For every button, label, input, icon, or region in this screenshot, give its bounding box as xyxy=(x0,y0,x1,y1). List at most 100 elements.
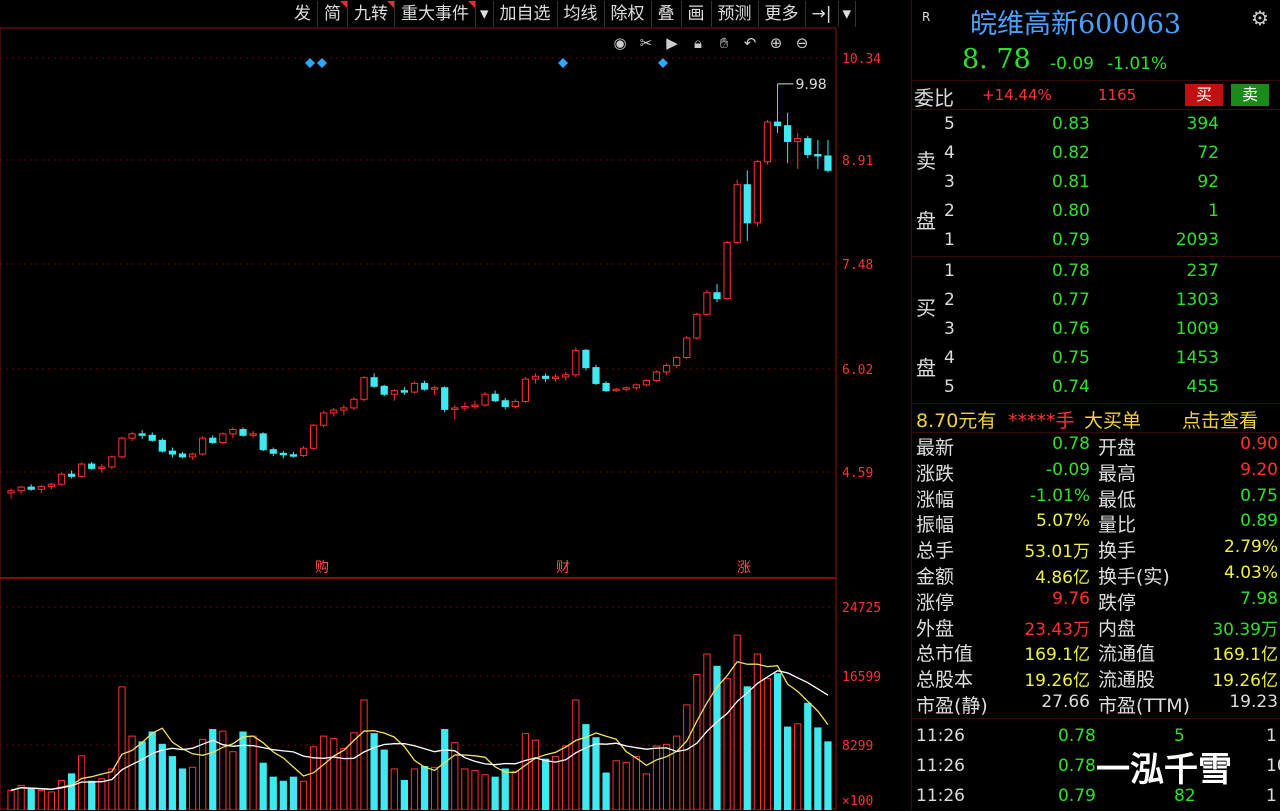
chart-toolbar: 发简九转 重大事件 ▾ 加自选 均线 除权叠画预测 更多 →| ▾ xyxy=(288,0,857,28)
volume-bar xyxy=(552,756,560,810)
price-tick-label: 7.48 xyxy=(842,258,873,273)
stat-label: 总市值 xyxy=(916,643,974,666)
volume-tick-label: 16599 xyxy=(842,670,881,685)
candle-body xyxy=(743,184,751,224)
toolbar-item[interactable]: 发 xyxy=(288,1,318,27)
toolbar-item[interactable]: ▾ xyxy=(476,1,494,27)
candle-body xyxy=(239,429,247,436)
ask-vol: 72 xyxy=(1197,143,1219,163)
ask-row[interactable]: 4 0.82 72 xyxy=(912,139,1280,168)
toolbar-item[interactable]: 除权 xyxy=(605,1,652,27)
candle-body xyxy=(592,367,600,384)
candle-body xyxy=(572,349,580,376)
candle-body xyxy=(531,375,540,380)
stock-title[interactable]: 皖维高新600063 xyxy=(970,2,1181,41)
stat-value: 4.86亿 xyxy=(1035,568,1090,588)
ask-row[interactable]: 2 0.80 1 xyxy=(912,197,1280,226)
toolbar-item[interactable]: 更多 xyxy=(759,1,806,27)
candle-body xyxy=(763,121,772,163)
candle-body xyxy=(521,378,530,402)
toolbar-item[interactable]: 简 xyxy=(318,1,348,27)
volume-bar xyxy=(511,770,519,810)
volume-bar xyxy=(47,791,56,810)
candle-body xyxy=(632,384,640,389)
volume-bar xyxy=(481,774,489,810)
trade-t: 11:26 xyxy=(916,756,965,776)
kline-chart[interactable]: 10.34 8.91 7.48 6.02 4.59 9.98 购 财 涨 24725 16599 82… xyxy=(0,0,910,810)
bid-row[interactable]: 2 0.77 1303 xyxy=(912,286,1280,315)
candle-body xyxy=(370,377,378,387)
eye-icon[interactable]: ◉ xyxy=(610,33,630,53)
stat-label: 流通股 xyxy=(1098,669,1156,692)
sell-button[interactable]: 卖 xyxy=(1231,84,1269,106)
bid-row[interactable]: 1 0.78 237 xyxy=(912,257,1280,286)
trade-p: 0.78 xyxy=(1058,726,1096,746)
volume-bar xyxy=(743,686,751,810)
volume-bar xyxy=(158,743,166,810)
stat-value: 9.76 xyxy=(1052,588,1090,609)
candle-body xyxy=(642,380,651,386)
zoom-in-icon[interactable]: ⊕ xyxy=(766,33,786,53)
volume-bar xyxy=(299,780,308,810)
candle-body xyxy=(773,121,782,127)
toolbar-item[interactable]: 画 xyxy=(682,1,712,27)
candle-body xyxy=(320,412,328,426)
volume-bar xyxy=(662,743,671,810)
toolbar-item[interactable]: 预测 xyxy=(712,1,759,27)
bid-row[interactable]: 5 0.74 455 xyxy=(912,373,1280,402)
volume-bar xyxy=(320,735,328,810)
stat-value: 0.75 xyxy=(1240,485,1278,506)
candle-body xyxy=(188,453,197,458)
candle-body xyxy=(57,473,66,485)
candle-body xyxy=(330,409,338,414)
candle-body xyxy=(783,125,792,143)
trade-p: 0.78 xyxy=(1058,756,1096,776)
hand-icon[interactable]: ✋︎ xyxy=(714,33,734,53)
ask-price: 0.83 xyxy=(1052,114,1090,134)
toolbar-item[interactable]: 加自选 xyxy=(494,1,558,27)
event-diamond xyxy=(317,58,327,68)
toolbar-item[interactable]: ▾ xyxy=(839,1,857,27)
weibi-diff: 1165 xyxy=(1098,86,1137,104)
volume-bar xyxy=(7,789,15,810)
candle-body xyxy=(259,433,267,451)
stat-item: 总股本 19.26亿 xyxy=(912,665,1096,691)
ask-row[interactable]: 1 0.79 2093 xyxy=(912,226,1280,255)
toolbar-item[interactable]: 均线 xyxy=(558,1,605,27)
undo-icon[interactable]: ↶ xyxy=(740,33,760,53)
ask-row[interactable]: 3 0.81 92 xyxy=(912,168,1280,197)
volume-bar xyxy=(118,686,126,810)
toolbar-item[interactable]: 叠 xyxy=(652,1,682,27)
stat-item: 涨停 9.76 xyxy=(912,588,1096,614)
candle-body xyxy=(511,400,519,407)
bid-book: 买 盘 1 0.78 237 2 0.77 1303 3 0.76 1009 4 0.75 1453 5… xyxy=(912,257,1280,403)
big-order-link[interactable]: 点击查看 xyxy=(1182,406,1258,433)
stat-item: 涨跌 -0.09 xyxy=(912,459,1096,485)
buy-button[interactable]: 买 xyxy=(1185,84,1223,106)
bid-row[interactable]: 3 0.76 1009 xyxy=(912,315,1280,344)
gear-icon[interactable]: ⚙ xyxy=(1251,6,1269,30)
candle-body xyxy=(824,155,832,171)
volume-bar xyxy=(148,731,156,810)
ask-level: 3 xyxy=(944,172,955,192)
lock-icon[interactable]: 🔒︎ xyxy=(688,33,708,53)
candle-body xyxy=(98,466,106,469)
play-icon[interactable]: ▶ xyxy=(662,33,682,53)
candle-body xyxy=(693,313,701,339)
candle-body xyxy=(380,385,388,395)
scissors-icon[interactable]: ✂ xyxy=(636,33,656,53)
volume-bar xyxy=(27,788,35,810)
candle-body xyxy=(662,364,671,373)
stat-value: 5.07% xyxy=(1035,511,1090,532)
zoom-out-icon[interactable]: ⊖ xyxy=(792,33,812,53)
candle-body xyxy=(612,388,620,392)
candle-body xyxy=(360,377,368,400)
toolbar-item[interactable]: 九转 xyxy=(348,1,395,27)
weibi-row: 委比 +14.44% 1165 买 卖 xyxy=(912,80,1280,110)
volume-bar xyxy=(219,730,227,810)
toolbar-item[interactable]: 重大事件 xyxy=(395,1,476,27)
big-order-bar[interactable]: 8.70元有 *****手 大买单 点击查看 xyxy=(912,404,1280,432)
ask-row[interactable]: 5 0.83 394 xyxy=(912,110,1280,139)
bid-row[interactable]: 4 0.75 1453 xyxy=(912,344,1280,373)
toolbar-item[interactable]: →| xyxy=(806,1,839,27)
